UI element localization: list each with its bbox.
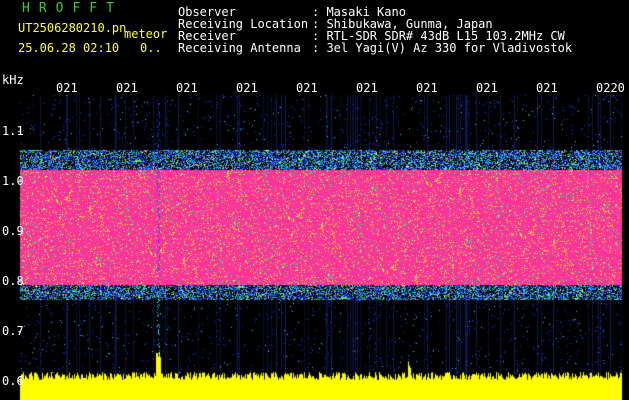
antenna-field-value: : 3el Yagi(V) Az 330 for Vladivostok [312,41,573,55]
y-tick-label: 1.0 [2,174,24,188]
filename-label: UT2506280210.pn [18,21,127,35]
y-tick-label: 0.6 [2,374,24,388]
x-tick-label: 021 [476,81,498,95]
x-tick-label: 021 [56,81,78,95]
x-tick-label: 021 [236,81,258,95]
category-label: meteor [124,27,168,41]
y-axis-unit: kHz [2,73,24,87]
x-tick-label: 021 [176,81,198,95]
antenna-field-label: Receiving Antenna [178,41,301,55]
x-tick-label: 021 [296,81,318,95]
datetime-label: 25.06.28 02:10 [18,41,120,55]
y-tick-label: 0.8 [2,274,24,288]
x-tick-label: 0220 [596,81,625,95]
x-tick-label: 021 [416,81,438,95]
x-tick-label: 021 [356,81,378,95]
y-tick-label: 0.7 [2,324,24,338]
app-title: HROFFT [22,1,123,16]
spectrogram-canvas [0,0,629,400]
count-label: 0.. [140,41,162,55]
y-tick-label: 1.1 [2,124,24,138]
y-tick-label: 0.9 [2,224,24,238]
hrofft-window: HROFFT UT2506280210.pn meteor 25.06.28 0… [0,0,629,400]
x-tick-label: 021 [116,81,138,95]
x-tick-label: 021 [536,81,558,95]
